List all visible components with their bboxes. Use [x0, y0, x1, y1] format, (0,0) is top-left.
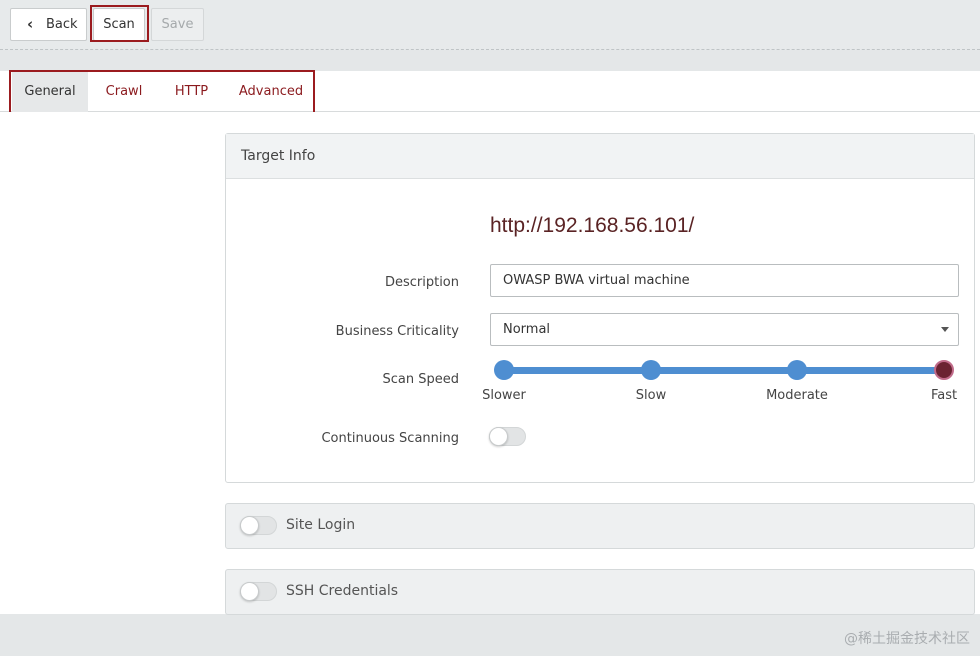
- site-login-panel[interactable]: Site Login: [225, 503, 975, 549]
- scan-button[interactable]: Scan: [93, 8, 145, 41]
- scan-speed-stop-fast[interactable]: [934, 360, 954, 380]
- save-button[interactable]: Save: [151, 8, 204, 41]
- ssh-credentials-title: SSH Credentials: [286, 583, 399, 599]
- scan-speed-slider[interactable]: [504, 367, 944, 374]
- chevron-left-icon: ‹: [27, 15, 34, 33]
- toolbar: ‹ Back Scan Save: [0, 0, 980, 50]
- target-info-title: Target Info: [226, 134, 974, 179]
- tab-http[interactable]: HTTP: [163, 71, 220, 112]
- tab-strip: General Crawl HTTP Advanced: [0, 71, 980, 112]
- site-login-title: Site Login: [286, 517, 356, 533]
- continuous-scanning-label: Continuous Scanning: [321, 431, 459, 446]
- watermark: @稀土掘金技术社区: [844, 631, 970, 647]
- back-button[interactable]: ‹ Back: [10, 8, 87, 41]
- target-info-panel: Target Info http://192.168.56.101/ Descr…: [225, 133, 975, 483]
- scan-speed-stop-slow[interactable]: [641, 360, 661, 380]
- tab-crawl[interactable]: Crawl: [95, 71, 153, 112]
- description-label: Description: [384, 275, 459, 290]
- scan-speed-stop-moderate[interactable]: [787, 360, 807, 380]
- site-login-toggle[interactable]: [240, 516, 277, 535]
- ssh-credentials-panel[interactable]: SSH Credentials: [225, 569, 975, 615]
- scan-speed-option-label: Slower: [482, 388, 526, 403]
- toggle-knob: [240, 582, 259, 601]
- business-criticality-label: Business Criticality: [335, 324, 459, 339]
- target-url: http://192.168.56.101/: [490, 214, 695, 237]
- caret-down-icon: [941, 327, 949, 332]
- scan-speed-option-label: Moderate: [766, 388, 828, 403]
- back-button-label: Back: [46, 17, 78, 32]
- scan-speed-option-label: Slow: [635, 388, 667, 403]
- business-criticality-select[interactable]: Normal: [490, 313, 959, 346]
- toggle-knob: [240, 516, 259, 535]
- scan-speed-stop-slower[interactable]: [494, 360, 514, 380]
- continuous-scanning-toggle[interactable]: [489, 427, 526, 446]
- toggle-knob: [489, 427, 508, 446]
- scan-speed-option-label: Fast: [930, 388, 958, 403]
- tab-general[interactable]: General: [12, 71, 88, 112]
- tab-advanced[interactable]: Advanced: [230, 71, 312, 112]
- ssh-credentials-toggle[interactable]: [240, 582, 277, 601]
- description-field[interactable]: OWASP BWA virtual machine: [490, 264, 959, 297]
- business-criticality-value: Normal: [503, 322, 551, 337]
- scan-speed-label: Scan Speed: [382, 372, 460, 387]
